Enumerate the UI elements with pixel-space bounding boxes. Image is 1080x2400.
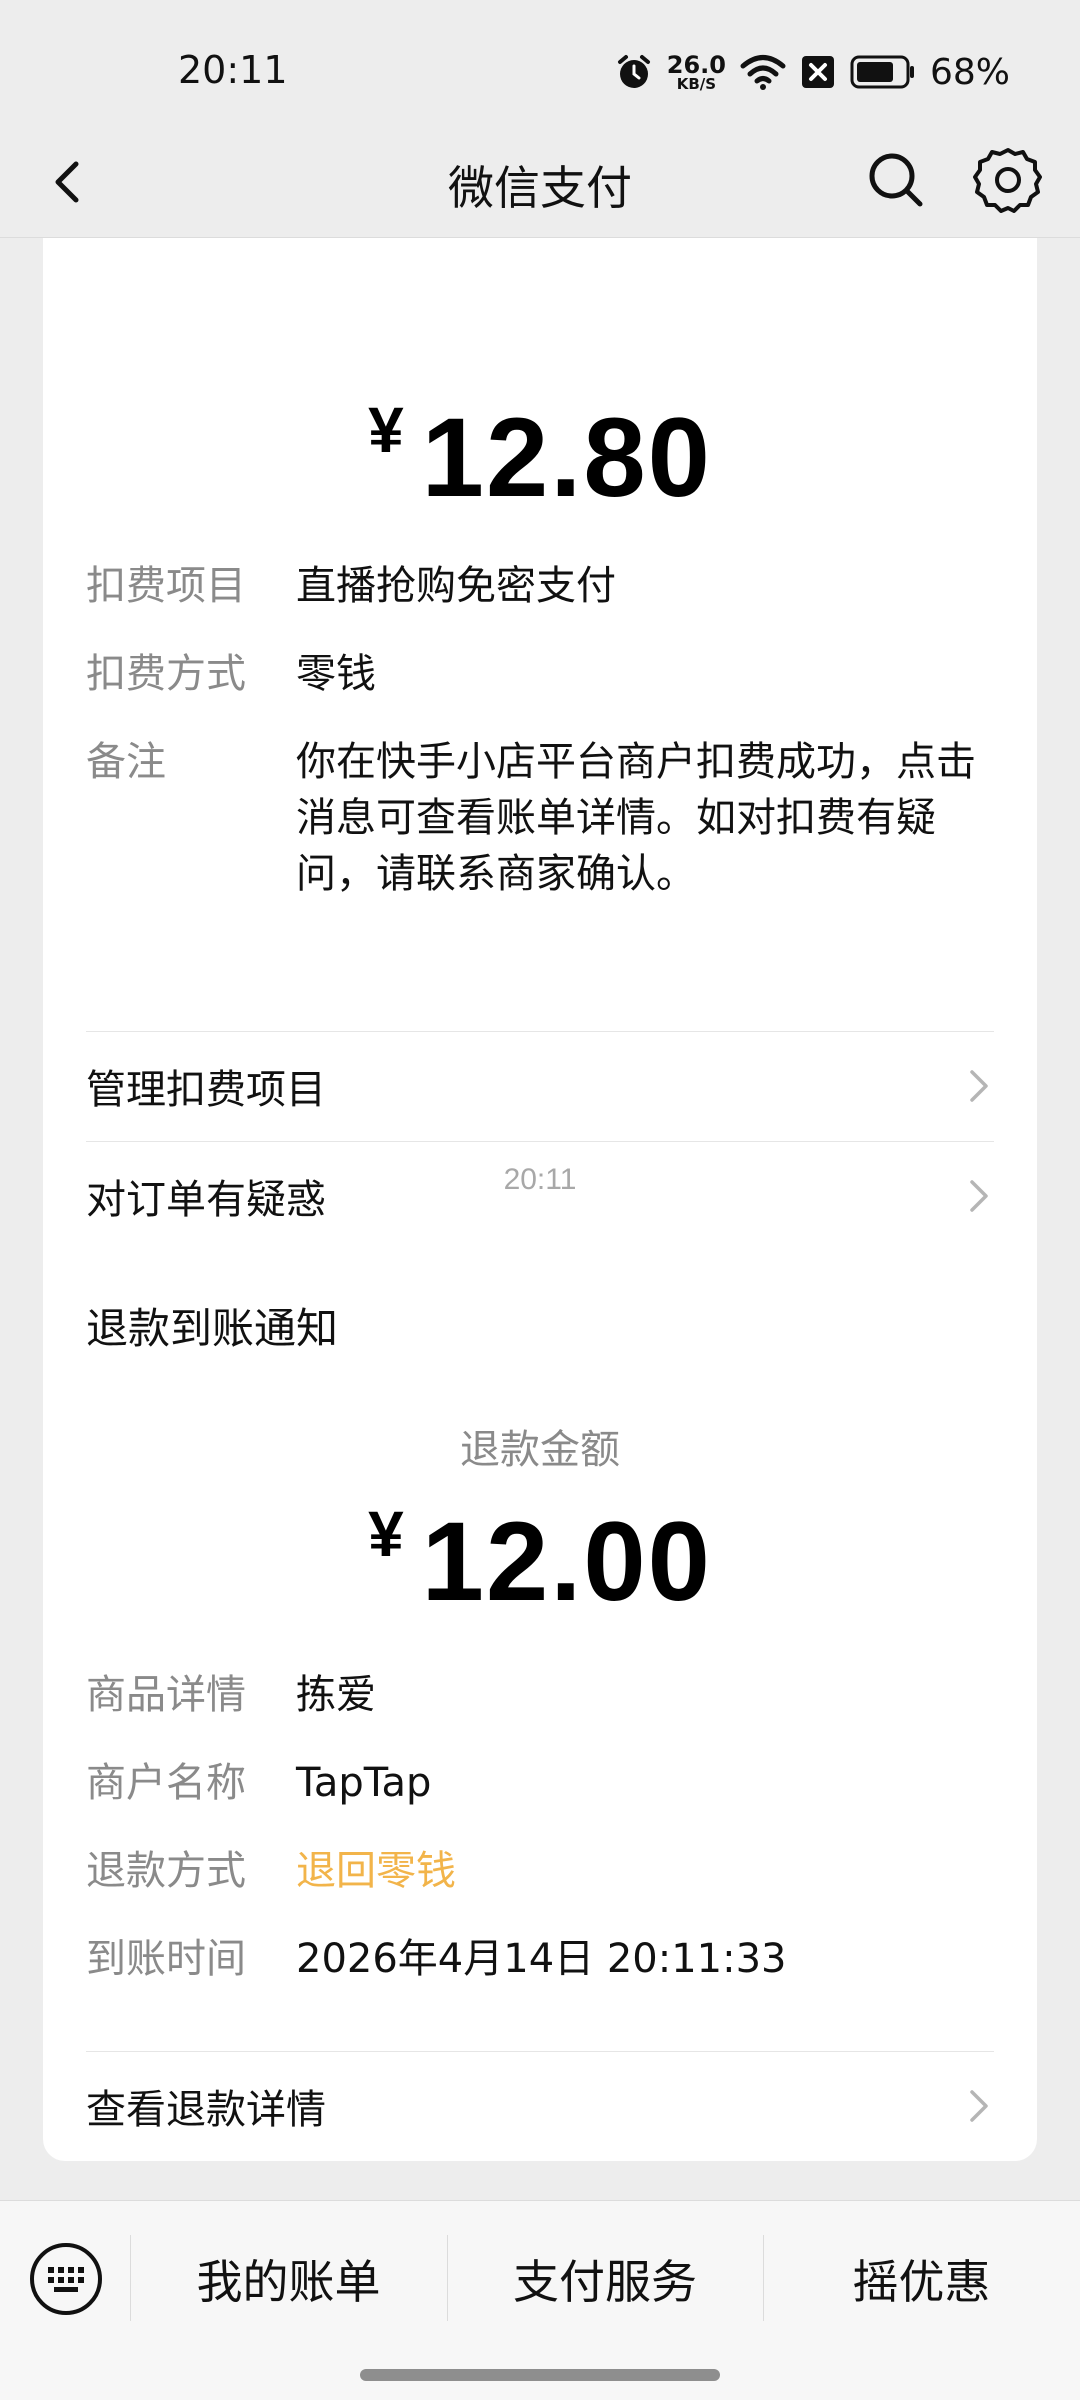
- link-label: 查看退款详情: [86, 2087, 326, 2133]
- alarm-icon: [617, 55, 650, 88]
- currency-symbol: ¥: [368, 1498, 404, 1570]
- info-key: 扣费方式: [86, 651, 246, 697]
- status-bar: 20:11 26.0 KB/S 68%: [0, 0, 1080, 126]
- deduction-amount: ¥12.80: [43, 393, 1037, 522]
- home-indicator[interactable]: [360, 2369, 720, 2381]
- gear-icon[interactable]: [972, 144, 1044, 216]
- info-value: 零钱: [296, 651, 376, 697]
- no-sim-icon: [801, 56, 834, 88]
- link-label: 管理扣费项目: [86, 1067, 326, 1113]
- search-icon[interactable]: [862, 146, 930, 214]
- info-value: 拣爱: [296, 1672, 376, 1718]
- status-icons: 26.0 KB/S 68%: [615, 48, 1010, 96]
- deduction-card[interactable]: ¥12.80 扣费项目 直播抢购免密支付 扣费方式 零钱 备注 你在快手小店平台…: [43, 238, 1037, 1311]
- nav-bar: 微信支付: [0, 126, 1080, 238]
- info-value: TapTap: [296, 1760, 432, 1806]
- refund-card[interactable]: 退款到账通知 退款金额 ¥12.00 商品详情 拣爱 商户名称 TapTap 退…: [43, 1247, 1037, 2161]
- network-speed: 26.0 KB/S: [667, 53, 726, 92]
- info-value-note: 你在快手小店平台商户扣费成功，点击消息可查看账单详情。如对扣费有疑问，请联系商家…: [296, 739, 976, 897]
- amount-value: 12.80: [421, 395, 712, 520]
- info-value: 退回零钱: [296, 1848, 456, 1894]
- card-title: 退款到账通知: [86, 1304, 339, 1353]
- keyboard-icon[interactable]: [28, 2241, 104, 2317]
- battery-icon: [850, 55, 914, 89]
- refund-details-link[interactable]: 查看退款详情: [86, 2051, 994, 2161]
- info-value: 直播抢购免密支付: [296, 563, 616, 609]
- info-key: 到账时间: [86, 1936, 246, 1982]
- menu-my-bills[interactable]: 我的账单: [130, 2231, 447, 2327]
- message-list[interactable]: ¥12.80 扣费项目 直播抢购免密支付 扣费方式 零钱 备注 你在快手小店平台…: [0, 238, 1080, 2200]
- info-key: 扣费项目: [86, 563, 246, 609]
- info-key: 商户名称: [86, 1760, 246, 1806]
- info-value: 2026年4月14日 20:11:33: [296, 1936, 787, 1982]
- battery-percent: 68%: [929, 51, 1010, 93]
- bottom-menu-bar: 我的账单 支付服务 摇优惠: [0, 2200, 1080, 2400]
- info-key: 商品详情: [86, 1672, 246, 1718]
- info-key: 退款方式: [86, 1848, 246, 1894]
- menu-payment-services[interactable]: 支付服务: [447, 2231, 763, 2327]
- chevron-right-icon: [970, 2090, 988, 2122]
- message-timestamp: 20:11: [503, 1163, 577, 1196]
- manage-deduction-link[interactable]: 管理扣费项目: [86, 1031, 994, 1141]
- info-key: 备注: [86, 739, 166, 785]
- menu-shake-offers[interactable]: 摇优惠: [763, 2231, 1080, 2327]
- amount-value: 12.00: [421, 1499, 712, 1624]
- currency-symbol: ¥: [368, 394, 404, 466]
- refund-amount: ¥12.00: [43, 1497, 1037, 1626]
- chevron-right-icon: [970, 1070, 988, 1102]
- status-time: 20:11: [178, 48, 288, 92]
- network-speed-unit: KB/S: [676, 74, 717, 93]
- refund-amount-label: 退款金额: [460, 1427, 620, 1473]
- wifi-icon: [740, 55, 786, 90]
- network-speed-value: 26.0: [666, 50, 726, 79]
